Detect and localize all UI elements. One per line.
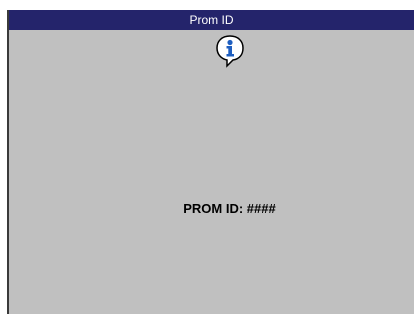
dialog-title: Prom ID [189, 13, 234, 27]
title-bar[interactable]: Prom ID [9, 10, 414, 30]
info-icon [215, 34, 245, 68]
prom-id-message: PROM ID: #### [183, 201, 276, 216]
prom-id-dialog: Prom ID PROM ID: #### [7, 10, 414, 314]
